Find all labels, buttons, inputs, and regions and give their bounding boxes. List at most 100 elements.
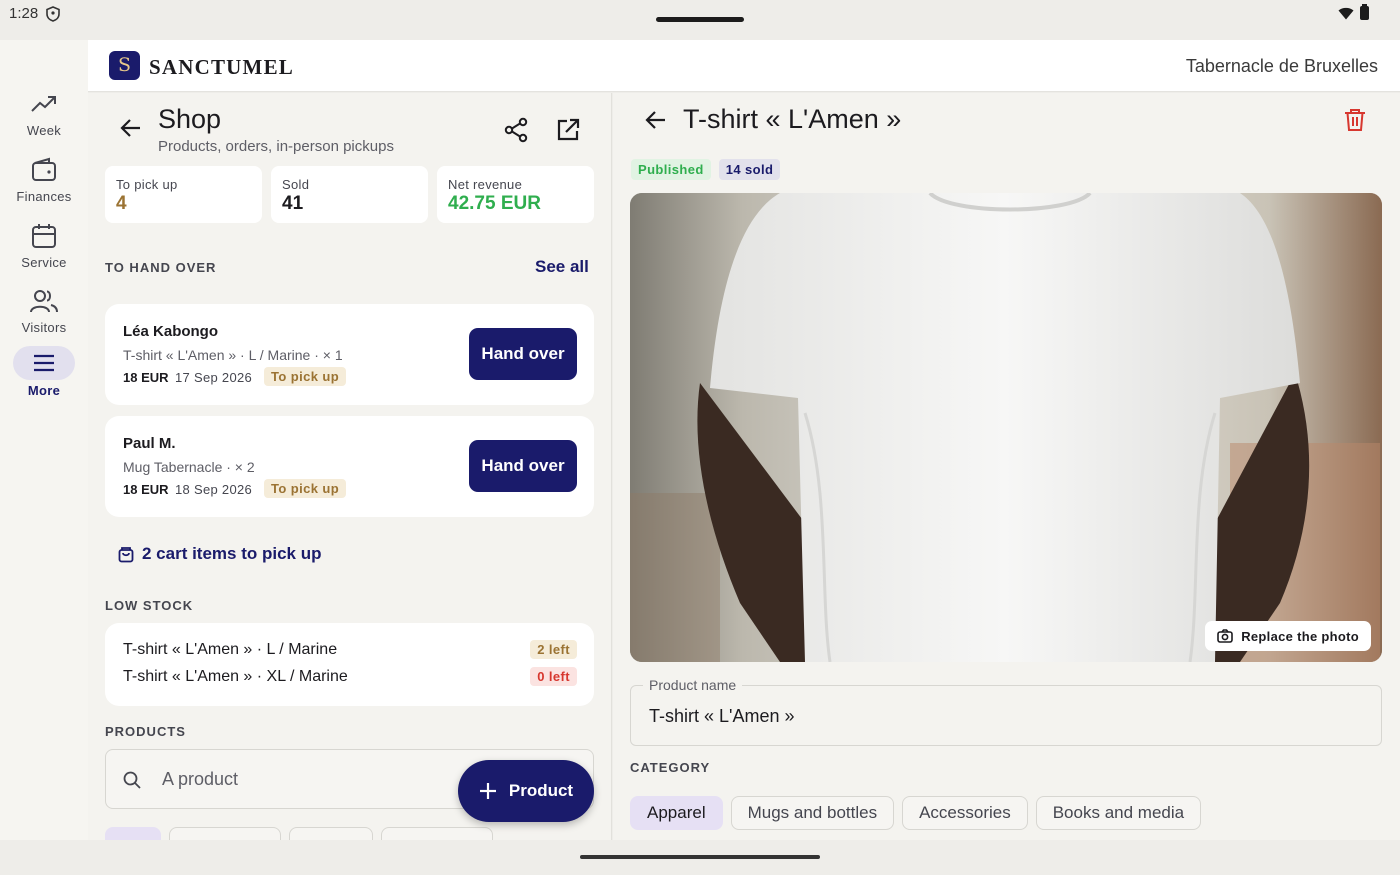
- search-input[interactable]: [162, 764, 442, 794]
- order-date: 17 Sep 2026: [175, 370, 253, 385]
- category-chip-accessories[interactable]: Accessories: [902, 796, 1028, 830]
- replace-photo-button[interactable]: Replace the photo: [1205, 621, 1371, 651]
- replace-photo-label: Replace the photo: [1241, 628, 1359, 644]
- nav-label: Week: [26, 123, 62, 138]
- arrow-back-icon: [120, 119, 140, 137]
- category-chip-mugs[interactable]: Mugs and bottles: [730, 796, 895, 830]
- stat-value: 41: [282, 193, 304, 214]
- product-photo: Replace the photo: [630, 193, 1382, 662]
- stat-to-pick-up: To pick up 4: [105, 166, 262, 223]
- hand-over-button[interactable]: Hand over: [469, 440, 577, 492]
- filter-chip[interactable]: [169, 827, 281, 840]
- product-detail-pane: T-shirt « L'Amen » Published 14 sold Rep…: [613, 93, 1400, 840]
- status-time: 1:28: [9, 5, 39, 22]
- nav-label: More: [27, 383, 61, 398]
- see-all-link[interactable]: See all: [535, 257, 589, 277]
- cart-link-label: 2 cart items to pick up: [142, 544, 322, 563]
- order-price: 18 EUR: [123, 482, 169, 497]
- low-stock-card: T-shirt « L'Amen » · L / Marine 2 left T…: [105, 623, 594, 706]
- cart-pickup-link[interactable]: 2 cart items to pick up: [118, 544, 322, 564]
- field-label: Product name: [643, 677, 743, 693]
- plus-icon: [479, 783, 496, 799]
- order-item: T-shirt « L'Amen » · L / Marine · × 1: [123, 347, 343, 363]
- search-icon: [123, 771, 141, 789]
- filter-chip[interactable]: [105, 827, 161, 840]
- stat-value: 4: [116, 193, 127, 214]
- wallet-icon: [28, 154, 60, 186]
- sold-badge: 14 sold: [718, 159, 781, 180]
- stat-net-revenue: Net revenue 42.75 EUR: [437, 166, 594, 223]
- stat-label: Sold: [282, 177, 310, 192]
- order-customer: Léa Kabongo: [123, 323, 219, 340]
- battery-icon: [1360, 4, 1369, 20]
- category-chip-row: Apparel Mugs and bottles Accessories Boo…: [630, 796, 1202, 830]
- back-button[interactable]: [116, 113, 146, 143]
- brand-name: SANCTUMEL: [149, 55, 294, 79]
- stat-sold: Sold 41: [271, 166, 428, 223]
- nav-item-visitors[interactable]: Visitors: [0, 285, 88, 345]
- nav-label: Finances: [16, 189, 72, 204]
- stock-item[interactable]: T-shirt « L'Amen » · L / Marine: [123, 641, 337, 659]
- nav-label: Service: [21, 255, 67, 270]
- trash-icon: [1345, 109, 1365, 131]
- share-icon: [504, 117, 528, 143]
- section-title-category: CATEGORY: [630, 760, 711, 775]
- share-button[interactable]: [500, 114, 532, 146]
- product-name-input[interactable]: [649, 700, 1349, 732]
- category-chip-apparel[interactable]: Apparel: [630, 796, 723, 830]
- order-item: Mug Tabernacle · × 2: [123, 459, 255, 475]
- fab-label: Product: [508, 781, 574, 800]
- add-product-fab[interactable]: Product: [458, 760, 594, 822]
- section-title-products: PRODUCTS: [105, 724, 186, 739]
- camera-icon: [1217, 629, 1234, 643]
- section-title-low-stock: LOW STOCK: [105, 598, 194, 613]
- published-badge: Published: [631, 159, 711, 180]
- filter-chip-row: [105, 827, 493, 840]
- stock-item[interactable]: T-shirt « L'Amen » · XL / Marine: [123, 668, 348, 686]
- open-external-icon: [557, 118, 580, 141]
- hand-over-button[interactable]: Hand over: [469, 328, 577, 380]
- delete-button[interactable]: [1340, 105, 1370, 135]
- stock-badge: 0 left: [530, 667, 577, 686]
- camera-notch: [656, 17, 744, 22]
- order-card[interactable]: Paul M. Mug Tabernacle · × 2 18 EUR 18 S…: [105, 416, 594, 517]
- stat-value: 42.75 EUR: [448, 193, 541, 214]
- nav-item-finances[interactable]: Finances: [0, 154, 88, 214]
- nav-item-week[interactable]: Week: [0, 88, 88, 148]
- product-status-row: Published 14 sold: [631, 159, 781, 180]
- page-title: Shop: [158, 104, 222, 134]
- nav-label: Visitors: [21, 320, 67, 335]
- church-name: Tabernacle de Bruxelles: [1185, 56, 1378, 76]
- navigation-rail: Week Finances Service Visitors More: [0, 40, 88, 840]
- status-badge: To pick up: [264, 479, 347, 498]
- wifi-icon: [1338, 7, 1354, 20]
- order-price: 18 EUR: [123, 370, 169, 385]
- order-customer: Paul M.: [123, 435, 176, 452]
- order-date: 18 Sep 2026: [175, 482, 253, 497]
- stat-label: To pick up: [116, 177, 178, 192]
- open-external-button[interactable]: [552, 114, 584, 146]
- category-chip-books[interactable]: Books and media: [1035, 796, 1202, 830]
- people-icon: [28, 285, 60, 317]
- nav-item-more[interactable]: More: [0, 346, 88, 408]
- status-bar: 1:28: [0, 0, 1400, 40]
- product-title: T-shirt « L'Amen »: [683, 104, 902, 134]
- stat-label: Net revenue: [448, 177, 523, 192]
- section-title-hand-over: TO HAND OVER: [105, 260, 217, 275]
- shopping-bag-icon: [118, 547, 134, 563]
- shield-icon: [46, 6, 60, 22]
- filter-chip[interactable]: [289, 827, 373, 840]
- gesture-handle[interactable]: [580, 855, 820, 859]
- shop-pane: Shop Products, orders, in-person pickups…: [88, 93, 612, 840]
- order-card[interactable]: Léa Kabongo T-shirt « L'Amen » · L / Mar…: [105, 304, 594, 405]
- nav-item-service[interactable]: Service: [0, 220, 88, 280]
- arrow-back-icon: [645, 111, 665, 129]
- calendar-icon: [28, 220, 60, 252]
- stock-badge: 2 left: [530, 640, 577, 659]
- product-name-field: Product name: [630, 677, 1382, 746]
- filter-chip[interactable]: [381, 827, 493, 840]
- back-button[interactable]: [641, 105, 671, 135]
- system-navigation-bar: [0, 840, 1400, 875]
- page-subtitle: Products, orders, in-person pickups: [158, 138, 394, 155]
- app-logo: S: [109, 51, 140, 80]
